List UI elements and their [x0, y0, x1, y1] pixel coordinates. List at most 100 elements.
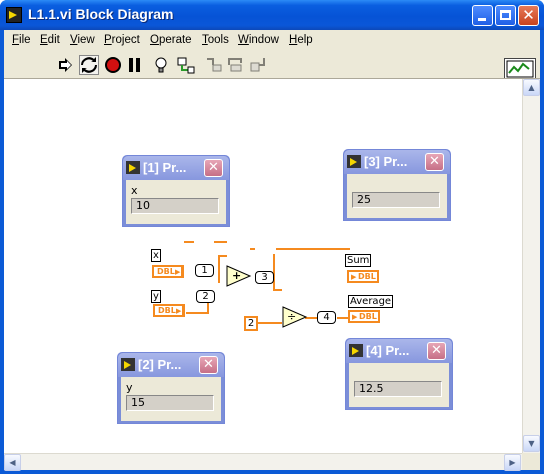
wire-probe-3[interactable]: 3: [255, 271, 274, 284]
window-title: L1.1.vi Block Diagram: [28, 6, 174, 22]
stop-icon: [105, 57, 121, 73]
step-out-button[interactable]: [248, 55, 268, 75]
probe-window-2[interactable]: [2] Pr... ✕ y 15: [117, 352, 225, 424]
minimize-button[interactable]: [472, 5, 493, 26]
add-function[interactable]: +: [226, 265, 252, 290]
wire-y[interactable]: [218, 255, 227, 257]
arrow-up-icon: ▲: [528, 83, 535, 92]
probe-app-icon: [121, 358, 135, 371]
probe-title-bar[interactable]: [3] Pr... ✕: [344, 150, 450, 174]
probe-close-button[interactable]: ✕: [204, 159, 223, 177]
probe-close-button[interactable]: ✕: [425, 153, 444, 171]
probe-body: 25: [347, 174, 447, 218]
abort-button[interactable]: [103, 55, 123, 75]
run-arrow-icon: [59, 58, 72, 72]
wire-constant[interactable]: [258, 322, 282, 324]
probe-window-4[interactable]: [4] Pr... ✕ 12.5: [345, 338, 453, 410]
wire-y[interactable]: [218, 255, 220, 283]
step-over-icon: [228, 58, 242, 72]
horizontal-scrollbar[interactable]: ◀ ▶: [4, 453, 522, 471]
window-client: File Edit View Project Operate Tools Win…: [4, 30, 540, 471]
constant-two[interactable]: 2: [244, 316, 258, 331]
arrow-right-icon: ▶: [509, 458, 516, 467]
close-button[interactable]: ✕: [518, 5, 539, 26]
divide-function[interactable]: ÷: [282, 306, 308, 331]
block-diagram-canvas[interactable]: x DBL ▶ y DBL ▶ 1 2 3 4 + ÷ 2 Sum ▶ DBL …: [4, 79, 522, 453]
probe-close-button[interactable]: ✕: [427, 342, 446, 360]
add-symbol: +: [232, 269, 242, 282]
scroll-right-button[interactable]: ▶: [504, 454, 521, 471]
probe-title-bar[interactable]: [2] Pr... ✕: [118, 353, 224, 377]
arrow-left-icon: ◀: [9, 458, 16, 467]
probe-value: 12.5: [354, 381, 442, 397]
probe-window-3[interactable]: [3] Pr... ✕ 25: [343, 149, 451, 221]
probe-title-bar[interactable]: [4] Pr... ✕: [346, 339, 452, 363]
step-out-icon: [250, 58, 265, 72]
type-label: DBL: [157, 267, 175, 276]
probe-title: [3] Pr...: [364, 154, 408, 169]
probe-value: 25: [352, 192, 440, 208]
probe-body: 12.5: [349, 363, 449, 407]
menu-project[interactable]: Project: [104, 34, 140, 46]
scroll-left-button[interactable]: ◀: [4, 454, 21, 471]
probe-title: [1] Pr...: [143, 160, 187, 175]
step-into-icon: [207, 58, 222, 72]
wire-sum[interactable]: [276, 248, 350, 250]
control-x[interactable]: DBL ▶: [152, 265, 184, 278]
wire-y[interactable]: [186, 312, 208, 314]
probe-title-bar[interactable]: [1] Pr... ✕: [123, 156, 229, 180]
close-icon: ✕: [429, 154, 440, 169]
output-arrow-icon: ▶: [176, 307, 182, 315]
probe-value-label: x: [131, 184, 138, 197]
control-y[interactable]: DBL ▶: [153, 304, 185, 317]
highlight-execution-button[interactable]: [151, 55, 171, 75]
wire-probe-4[interactable]: 4: [317, 311, 336, 324]
indicator-average[interactable]: ▶ DBL: [348, 310, 380, 323]
run-button[interactable]: [56, 55, 76, 75]
wire-sum[interactable]: [250, 248, 255, 250]
wire-probe-1[interactable]: 1: [195, 264, 214, 277]
probe-app-icon: [349, 344, 363, 357]
probe-window-1[interactable]: [1] Pr... ✕ x 10: [122, 155, 230, 227]
scroll-down-button[interactable]: ▼: [523, 435, 540, 452]
close-icon: ✕: [203, 357, 214, 372]
wire-x[interactable]: [214, 241, 227, 243]
control-label-x[interactable]: x: [151, 249, 161, 262]
menu-window[interactable]: Window: [238, 34, 279, 46]
menu-view[interactable]: View: [70, 34, 95, 46]
probe-body: x 10: [126, 180, 226, 224]
vertical-scrollbar[interactable]: ▲ ▼: [522, 79, 540, 453]
pause-icon: [129, 58, 140, 72]
probe-close-button[interactable]: ✕: [199, 356, 218, 374]
probe-value: 15: [126, 395, 214, 411]
wire-probe-2[interactable]: 2: [196, 290, 215, 303]
scroll-up-button[interactable]: ▲: [523, 79, 540, 96]
menu-tools[interactable]: Tools: [202, 34, 229, 46]
close-icon: ✕: [522, 6, 535, 24]
retain-wire-values-icon: [177, 57, 195, 74]
menu-edit[interactable]: Edit: [40, 34, 60, 46]
pause-button[interactable]: [125, 55, 145, 75]
menu-operate[interactable]: Operate: [150, 34, 192, 46]
close-icon: ✕: [431, 343, 442, 358]
wire-sum[interactable]: [273, 289, 282, 291]
wire-x[interactable]: [184, 241, 194, 243]
step-over-button[interactable]: [226, 55, 246, 75]
indicator-sum[interactable]: ▶ DBL: [347, 270, 379, 283]
probe-title: [4] Pr...: [366, 343, 410, 358]
step-into-button[interactable]: [204, 55, 224, 75]
toolbar: [4, 52, 540, 90]
maximize-button[interactable]: [495, 5, 516, 26]
menu-bar: File Edit View Project Operate Tools Win…: [4, 30, 540, 51]
indicator-label-sum[interactable]: Sum: [345, 254, 372, 267]
retain-wire-values-button[interactable]: [176, 55, 196, 75]
control-label-y[interactable]: y: [151, 290, 161, 303]
menu-help[interactable]: Help: [289, 34, 313, 46]
probe-app-icon: [347, 155, 361, 168]
run-continuously-button[interactable]: [79, 55, 99, 75]
indicator-label-average[interactable]: Average: [348, 295, 394, 308]
probe-value-label: y: [126, 381, 133, 394]
lightbulb-icon: [155, 57, 167, 73]
menu-file[interactable]: File: [12, 34, 31, 46]
title-bar[interactable]: L1.1.vi Block Diagram ✕: [0, 0, 544, 30]
